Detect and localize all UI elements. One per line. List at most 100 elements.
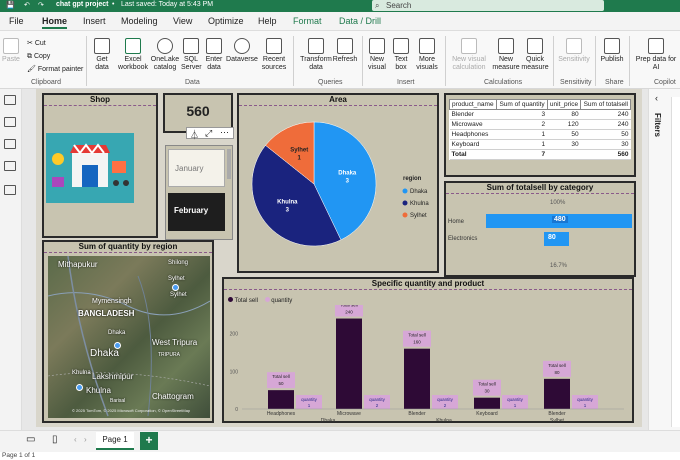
bar-total-sell[interactable] bbox=[474, 397, 500, 409]
shield-icon bbox=[566, 38, 582, 54]
category-bar-electronics[interactable]: 80 bbox=[544, 232, 569, 246]
new-measure-button[interactable]: New measure bbox=[491, 38, 521, 72]
table-cell: 30 bbox=[547, 139, 581, 150]
filters-pane-label[interactable]: Filters bbox=[653, 113, 662, 137]
tab-help[interactable]: Help bbox=[258, 16, 277, 26]
publish-icon bbox=[604, 38, 620, 54]
legend-quantity[interactable]: quantity bbox=[264, 297, 292, 304]
product-table-visual[interactable]: product_name Sum of quantity unit_price Sum… bbox=[444, 93, 636, 177]
area-pie-visual[interactable]: Area Dhaka 3 Khulna 3 Sylhet 1 region Dhaka K… bbox=[237, 93, 439, 273]
dax-query-icon[interactable] bbox=[4, 161, 16, 171]
table-row[interactable]: Blender 3 80 240 bbox=[449, 109, 631, 120]
file-title: chat gpt project bbox=[56, 1, 109, 8]
tab-format[interactable]: Format bbox=[293, 16, 322, 26]
region-map-visual[interactable]: Sum of quantity by region Mithapukur Shi… bbox=[42, 240, 214, 423]
page-navigator: ▭ ▯ ‹ › Page 1 + bbox=[0, 430, 680, 452]
shop-visual[interactable]: Shop bbox=[42, 93, 158, 238]
category-bar-visual[interactable]: Sum of totalsell by category 100% Home 4… bbox=[444, 181, 636, 277]
table-view-icon[interactable] bbox=[4, 117, 16, 127]
category-bar-home[interactable]: 480 bbox=[486, 214, 632, 228]
map-bubble-sylhet[interactable] bbox=[172, 284, 179, 291]
transform-data-button[interactable]: Transform data bbox=[300, 38, 332, 72]
collapse-icon[interactable]: ‹ bbox=[655, 93, 658, 103]
map-bubble-dhaka[interactable] bbox=[114, 342, 121, 349]
bar-total-sell[interactable] bbox=[268, 390, 294, 409]
tab-modeling[interactable]: Modeling bbox=[121, 16, 158, 26]
tab-view[interactable]: View bbox=[173, 16, 192, 26]
quantity-label: quantity bbox=[577, 397, 594, 402]
table-header[interactable]: Sum of quantity bbox=[495, 99, 548, 110]
save-icon[interactable]: 💾 bbox=[6, 1, 15, 9]
table-total-row: Total 7 560 bbox=[449, 149, 631, 160]
undo-icon[interactable]: ↶ bbox=[24, 1, 30, 9]
prev-page-icon[interactable]: ‹ bbox=[74, 435, 77, 444]
focus-mode-icon[interactable]: ⤢ bbox=[205, 128, 212, 139]
slicer-item-february[interactable]: February bbox=[168, 193, 225, 231]
tab-file[interactable]: File bbox=[9, 16, 24, 26]
tab-page-1[interactable]: Page 1 bbox=[96, 432, 134, 450]
bar-total-sell[interactable] bbox=[336, 318, 362, 409]
table-header[interactable]: Sum of totalsell bbox=[580, 99, 631, 110]
new-visual-calculation-button[interactable]: New visual calculation bbox=[448, 38, 490, 72]
more-visuals-button[interactable]: More visuals bbox=[413, 38, 441, 72]
redo-icon[interactable]: ↷ bbox=[38, 1, 44, 9]
tmdl-view-icon[interactable] bbox=[4, 185, 16, 195]
ribbon: Paste ✂ Cut ⧉ Copy 🖌 Format painter Clip… bbox=[0, 31, 680, 89]
more-options-icon[interactable]: ⋯ bbox=[220, 127, 229, 138]
tab-optimize[interactable]: Optimize bbox=[208, 16, 244, 26]
group-share: Share bbox=[605, 79, 624, 86]
dataverse-button[interactable]: Dataverse bbox=[226, 38, 258, 64]
slicer-item-january[interactable]: January bbox=[168, 149, 225, 187]
new-visual-button[interactable]: New visual bbox=[366, 38, 388, 72]
excel-workbook-button[interactable]: Excel workbook bbox=[116, 38, 150, 72]
publish-button[interactable]: Publish bbox=[599, 38, 625, 64]
format-painter-button[interactable]: 🖌 Format painter bbox=[27, 63, 83, 76]
text-box-button[interactable]: Text box bbox=[391, 38, 411, 72]
search-input[interactable]: ⌕ Search bbox=[372, 0, 604, 11]
pie-legend-dhaka[interactable]: Dhaka bbox=[402, 188, 429, 196]
get-data-button[interactable]: Get data bbox=[92, 38, 112, 72]
desktop-view-icon[interactable]: ▭ bbox=[26, 434, 35, 445]
pie-legend-sylhet[interactable]: Sylhet bbox=[402, 212, 428, 220]
next-page-icon[interactable]: › bbox=[84, 435, 87, 444]
sensitivity-button[interactable]: Sensitivity bbox=[558, 38, 590, 64]
table-row[interactable]: Microwave 2 120 240 bbox=[449, 119, 631, 130]
tab-insert[interactable]: Insert bbox=[83, 16, 106, 26]
group-queries: Queries bbox=[318, 79, 343, 86]
specific-quantity-visual[interactable]: Specific quantity and product Total sell… bbox=[222, 277, 634, 423]
table-row[interactable]: Keyboard 1 30 30 bbox=[449, 139, 631, 150]
map-label-khulna: Khulna bbox=[86, 386, 111, 395]
table-row[interactable]: Headphones 1 50 50 bbox=[449, 129, 631, 140]
copy-button[interactable]: ⧉ Copy bbox=[27, 50, 83, 63]
mobile-view-icon[interactable]: ▯ bbox=[52, 434, 58, 445]
recent-sources-button[interactable]: Recent sources bbox=[260, 38, 288, 72]
refresh-button[interactable]: Refresh bbox=[332, 38, 358, 64]
paste-button[interactable]: Paste bbox=[2, 38, 20, 64]
sql-server-button[interactable]: SQL Server bbox=[181, 38, 202, 72]
filter-icon[interactable]: ⏃ bbox=[190, 128, 199, 141]
tab-home[interactable]: Home bbox=[42, 16, 68, 29]
table-header[interactable]: unit_price bbox=[546, 99, 582, 110]
tab-data-drill[interactable]: Data / Drill bbox=[339, 16, 381, 26]
scissors-icon: ✂ bbox=[27, 40, 35, 47]
onelake-button[interactable]: OneLake catalog bbox=[150, 38, 180, 72]
add-page-button[interactable]: + bbox=[140, 432, 158, 450]
map-bubble-khulna[interactable] bbox=[76, 384, 83, 391]
enter-data-button[interactable]: Enter data bbox=[204, 38, 224, 72]
saved-status[interactable]: Last saved: Today at 5:43 PM bbox=[121, 1, 213, 8]
legend-total-sell[interactable]: Total sell bbox=[228, 297, 258, 304]
report-view-icon[interactable] bbox=[4, 95, 16, 105]
pie-legend-khulna[interactable]: Khulna bbox=[402, 200, 430, 208]
slicer-scrollbar[interactable] bbox=[227, 149, 231, 179]
bar-total-sell[interactable] bbox=[404, 348, 430, 409]
model-view-icon[interactable] bbox=[4, 139, 16, 149]
quick-measure-button[interactable]: Quick measure bbox=[520, 38, 550, 72]
table-header[interactable]: product_name bbox=[449, 99, 497, 110]
map-canvas[interactable]: Mithapukur Shilong Sylhet BANGLADESH Mym… bbox=[48, 256, 210, 418]
table-cell: 240 bbox=[580, 109, 631, 120]
map-label-bangladesh: BANGLADESH bbox=[78, 309, 135, 318]
map-label-dhaka-small: Dhaka bbox=[108, 330, 126, 336]
bar-total-sell[interactable] bbox=[544, 378, 570, 409]
cut-button[interactable]: ✂ Cut bbox=[27, 37, 83, 50]
prep-data-ai-button[interactable]: Prep data for AI bbox=[633, 38, 679, 72]
